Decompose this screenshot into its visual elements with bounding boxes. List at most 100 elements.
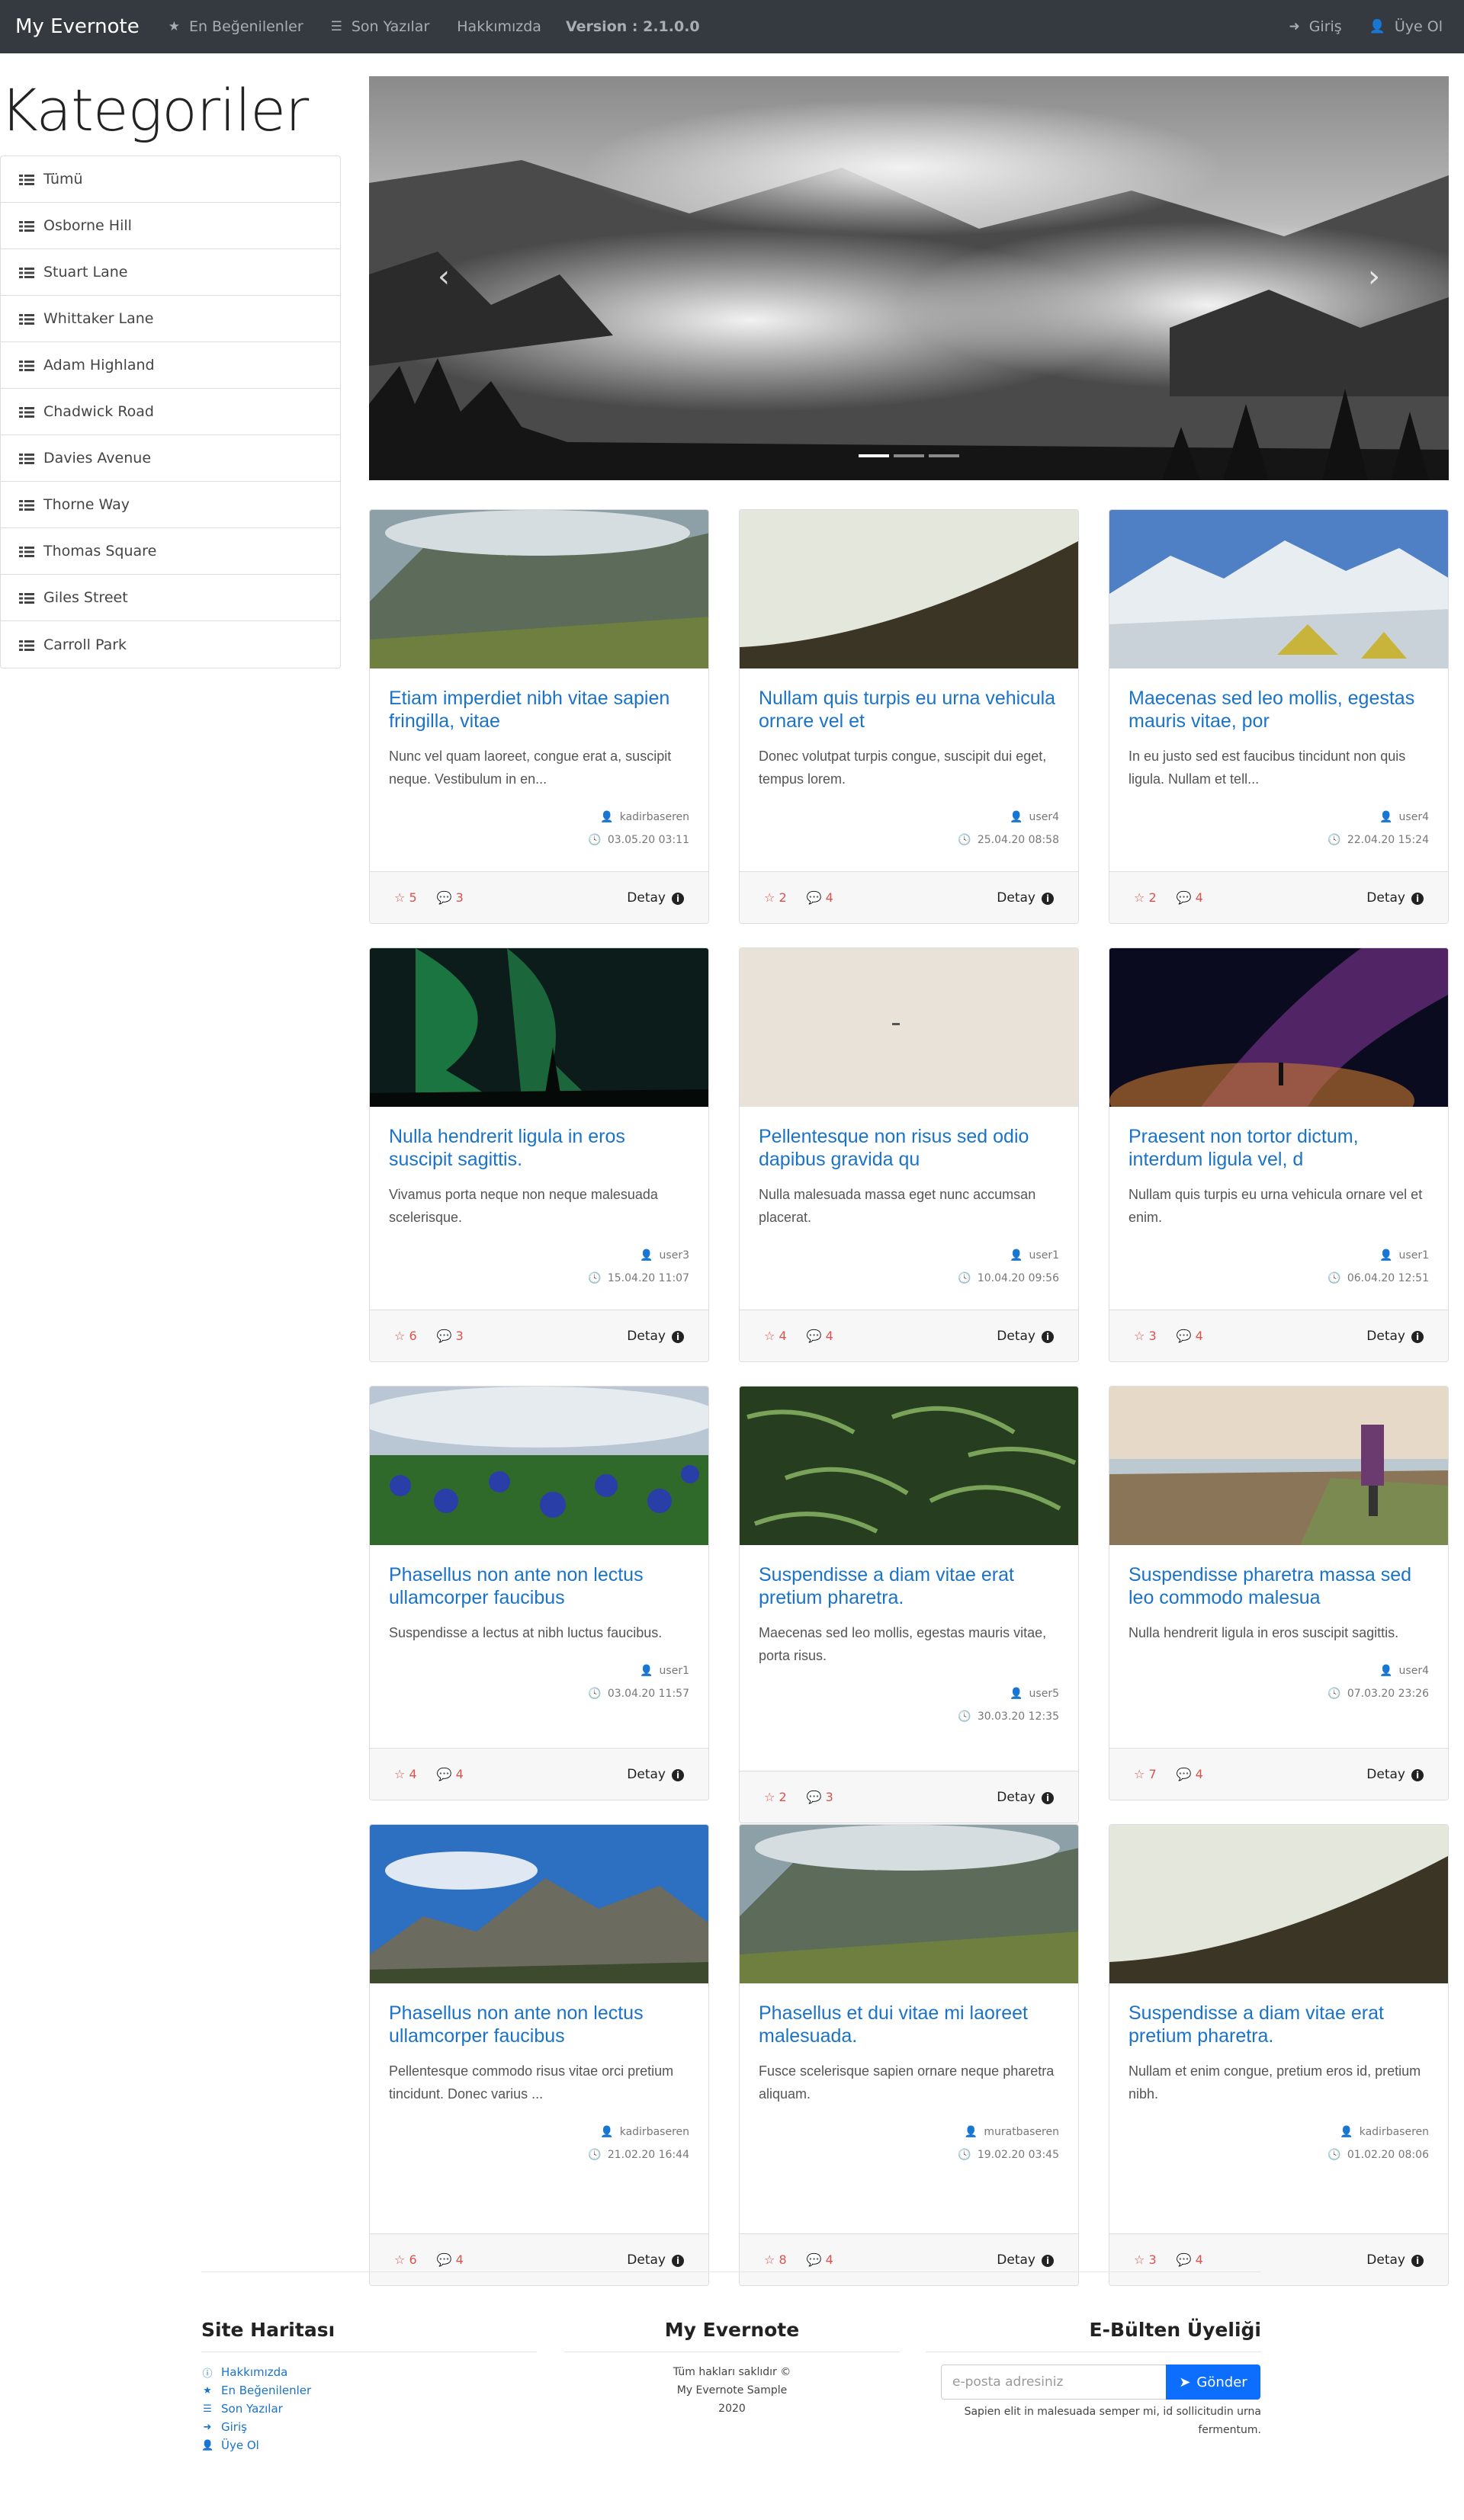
like-button[interactable]: ☆ 6 <box>394 2252 417 2267</box>
comment-button[interactable]: 💬 4 <box>807 2252 833 2267</box>
comment-button[interactable]: 💬 4 <box>1177 1329 1203 1343</box>
like-button[interactable]: ☆ 2 <box>1134 890 1157 905</box>
post-title[interactable]: Nulla hendrerit ligula in eros suscipit … <box>389 1125 689 1171</box>
post-title[interactable]: Phasellus non ante non lectus ullamcorpe… <box>389 2002 689 2047</box>
list-icon <box>19 220 36 232</box>
carousel-prev-button[interactable]: ‹ <box>438 259 450 294</box>
carousel-next-button[interactable]: › <box>1368 259 1380 294</box>
like-button[interactable]: ☆ 4 <box>394 1767 417 1781</box>
like-button[interactable]: ☆ 7 <box>1134 1767 1157 1781</box>
like-button[interactable]: ☆ 2 <box>764 1790 787 1804</box>
comment-button[interactable]: 💬 3 <box>437 890 464 905</box>
category-item[interactable]: Stuart Lane <box>1 249 340 296</box>
post-image[interactable] <box>1109 1825 1448 1983</box>
detail-button[interactable]: Detay i <box>997 890 1054 906</box>
post-image[interactable] <box>370 948 708 1107</box>
category-item[interactable]: Giles Street <box>1 575 340 621</box>
detail-button[interactable]: Detay i <box>627 1767 684 1782</box>
carousel-indicator[interactable] <box>859 454 889 457</box>
comment-button[interactable]: 💬 4 <box>807 1329 833 1343</box>
comment-button[interactable]: 💬 4 <box>437 2252 464 2267</box>
post-title[interactable]: Phasellus et dui vitae mi laoreet malesu… <box>759 2002 1059 2047</box>
detail-label: Detay <box>627 1328 666 1344</box>
sitemap-link[interactable]: ➜ Giriş <box>201 2418 311 2436</box>
newsletter-email-input[interactable]: e-posta adresiniz <box>941 2365 1167 2400</box>
category-item[interactable]: Adam Highland <box>1 342 340 389</box>
info-icon: i <box>1042 892 1054 905</box>
post-image[interactable] <box>740 1387 1078 1545</box>
post-image[interactable] <box>370 1387 708 1545</box>
detail-button[interactable]: Detay i <box>1366 1767 1424 1782</box>
comment-button[interactable]: 💬 4 <box>437 1767 464 1781</box>
nav-login[interactable]: ➜ Giriş <box>1289 18 1341 35</box>
post-footer: ☆ 4 💬 4 Detay i <box>740 1310 1078 1361</box>
comment-button[interactable]: 💬 3 <box>807 1790 833 1804</box>
post-image[interactable] <box>1109 948 1448 1107</box>
category-item[interactable]: Tümü <box>1 156 340 203</box>
post-image[interactable] <box>740 948 1078 1107</box>
category-item[interactable]: Osborne Hill <box>1 203 340 249</box>
comment-icon: 💬 <box>1176 1767 1192 1781</box>
nav-latest-posts[interactable]: ☰ Son Yazılar <box>331 18 430 35</box>
detail-button[interactable]: Detay i <box>997 1790 1054 1805</box>
like-button[interactable]: ☆ 3 <box>1134 2252 1157 2267</box>
category-item[interactable]: Davies Avenue <box>1 435 340 482</box>
post-title[interactable]: Suspendisse pharetra massa sed leo commo… <box>1128 1563 1429 1609</box>
like-button[interactable]: ☆ 6 <box>394 1329 417 1343</box>
comment-button[interactable]: 💬 4 <box>1177 2252 1203 2267</box>
post-author-name: user1 <box>1029 1249 1059 1262</box>
post-image[interactable] <box>1109 510 1448 668</box>
detail-label: Detay <box>1366 2252 1405 2268</box>
post-title[interactable]: Nullam quis turpis eu urna vehicula orna… <box>759 687 1059 733</box>
like-button[interactable]: ☆ 2 <box>764 890 787 905</box>
nav-register[interactable]: 👤 Üye Ol <box>1369 18 1443 35</box>
newsletter-send-button[interactable]: ➤ Gönder <box>1166 2365 1260 2400</box>
post-title[interactable]: Praesent non tortor dictum, interdum lig… <box>1128 1125 1429 1171</box>
sitemap-link[interactable]: ⓘ Hakkımızda <box>201 2363 311 2381</box>
detail-button[interactable]: Detay i <box>627 2252 684 2268</box>
carousel-indicator[interactable] <box>894 454 924 457</box>
comment-button[interactable]: 💬 4 <box>807 890 833 905</box>
detail-button[interactable]: Detay i <box>627 1329 684 1344</box>
detail-button[interactable]: Detay i <box>1366 2252 1424 2268</box>
user-icon: 👤 <box>1010 1249 1023 1262</box>
comment-button[interactable]: 💬 3 <box>437 1329 464 1343</box>
detail-button[interactable]: Detay i <box>627 890 684 906</box>
detail-button[interactable]: Detay i <box>997 1329 1054 1344</box>
post-title[interactable]: Suspendisse a diam vitae erat pretium ph… <box>1128 2002 1429 2047</box>
sitemap-link[interactable]: 👤 Üye Ol <box>201 2436 311 2454</box>
detail-button[interactable]: Detay i <box>1366 890 1424 906</box>
post-image[interactable] <box>370 510 708 668</box>
carousel-indicator[interactable] <box>929 454 959 457</box>
like-button[interactable]: ☆ 8 <box>764 2252 787 2267</box>
nav-most-liked[interactable]: ★ En Beğenilenler <box>169 18 303 35</box>
post-title[interactable]: Pellentesque non risus sed odio dapibus … <box>759 1125 1059 1171</box>
post-image[interactable] <box>740 1825 1078 1983</box>
post-author-name: user1 <box>1398 1249 1429 1262</box>
post-title[interactable]: Phasellus non ante non lectus ullamcorpe… <box>389 1563 689 1609</box>
like-button[interactable]: ☆ 4 <box>764 1329 787 1343</box>
category-item[interactable]: Chadwick Road <box>1 389 340 435</box>
post-image[interactable] <box>1109 1387 1448 1545</box>
category-item[interactable]: Carroll Park <box>1 621 340 668</box>
comment-count: 3 <box>455 1329 464 1343</box>
category-item[interactable]: Thomas Square <box>1 528 340 575</box>
category-item[interactable]: Whittaker Lane <box>1 296 340 342</box>
sitemap-link[interactable]: ★ En Beğenilenler <box>201 2381 311 2400</box>
post-image[interactable] <box>370 1825 708 1983</box>
comment-button[interactable]: 💬 4 <box>1177 890 1203 905</box>
category-item[interactable]: Thorne Way <box>1 482 340 528</box>
post-title[interactable]: Suspendisse a diam vitae erat pretium ph… <box>759 1563 1059 1609</box>
detail-button[interactable]: Detay i <box>1366 1329 1424 1344</box>
brand-link[interactable]: My Evernote <box>15 15 140 38</box>
post-image[interactable] <box>740 510 1078 668</box>
nav-about[interactable]: Hakkımızda <box>457 18 541 35</box>
like-button[interactable]: ☆ 5 <box>394 890 417 905</box>
post-title[interactable]: Etiam imperdiet nibh vitae sapien fringi… <box>389 687 689 733</box>
sitemap-link[interactable]: ☰ Son Yazılar <box>201 2400 311 2418</box>
comment-button[interactable]: 💬 4 <box>1177 1767 1203 1781</box>
post-title[interactable]: Maecenas sed leo mollis, egestas mauris … <box>1128 687 1429 733</box>
detail-button[interactable]: Detay i <box>997 2252 1054 2268</box>
user-icon: 👤 <box>1379 1249 1393 1262</box>
like-button[interactable]: ☆ 3 <box>1134 1329 1157 1343</box>
